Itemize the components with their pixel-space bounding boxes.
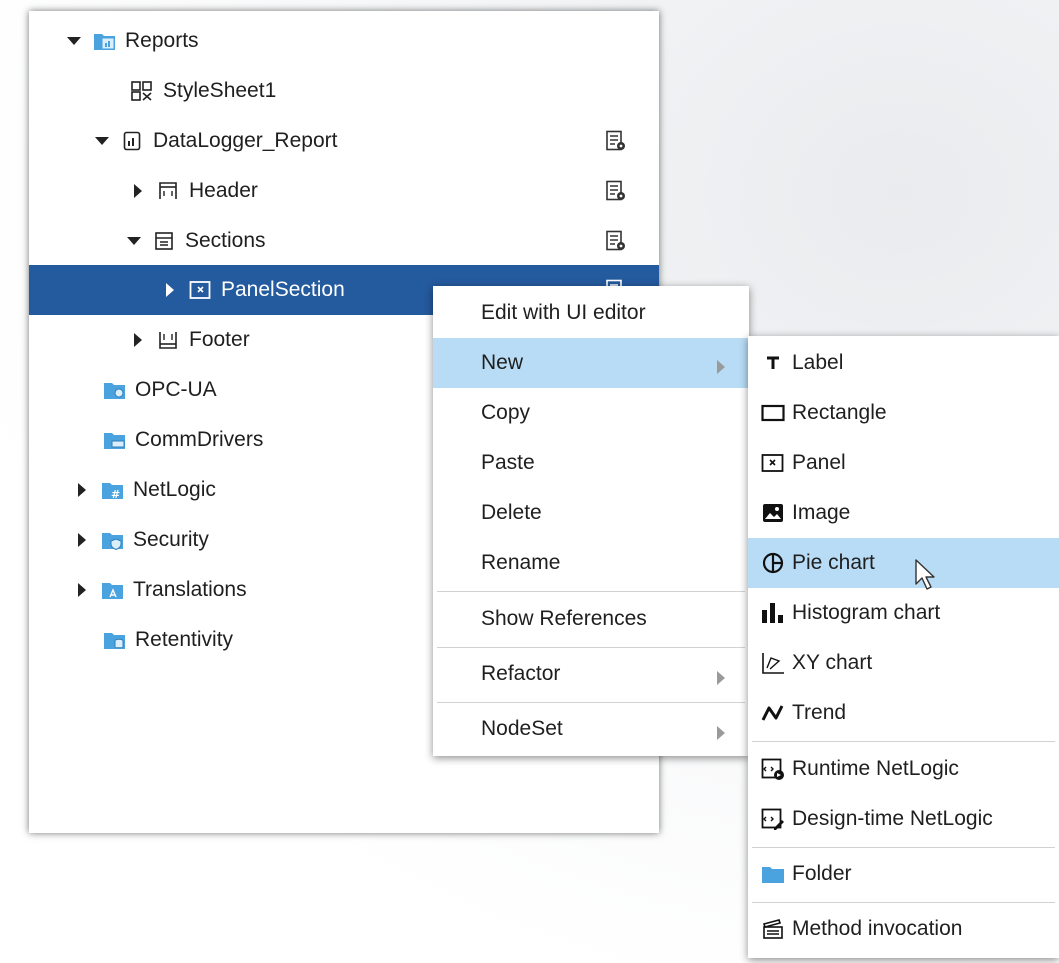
tree-item-label: DataLogger_Report [153, 129, 338, 152]
tree-item-stylesheet1[interactable]: StyleSheet1 [29, 66, 659, 116]
menu-item-copy[interactable]: Copy [433, 388, 749, 438]
collapsed-arrow-icon[interactable] [75, 483, 89, 497]
sections-icon [153, 230, 175, 252]
expanded-arrow-icon[interactable] [127, 236, 141, 246]
method-invocation-icon [760, 918, 786, 940]
tree-item-reports[interactable]: Reports [29, 16, 659, 66]
tree-item-label: Security [133, 528, 209, 551]
submenu-item-method-invocation[interactable]: Method invocation [748, 904, 1059, 954]
report-icon [121, 130, 143, 152]
tree-item-label: OPC-UA [135, 378, 217, 401]
rectangle-icon [760, 402, 786, 424]
security-folder-icon [101, 529, 123, 551]
submenu-item-image[interactable]: Image [748, 488, 1059, 538]
menu-item-show-references[interactable]: Show References [433, 594, 749, 644]
menu-item-rename[interactable]: Rename [433, 538, 749, 588]
menu-item-paste[interactable]: Paste [433, 438, 749, 488]
submenu-arrow-icon [717, 722, 725, 746]
tree-item-label: Header [189, 179, 258, 202]
collapsed-arrow-icon[interactable] [131, 184, 145, 198]
submenu-arrow-icon [717, 667, 725, 691]
settings-icon[interactable] [605, 130, 627, 152]
histogram-chart-icon [760, 602, 786, 624]
tree-item-label: Sections [185, 229, 266, 252]
pie-chart-icon [760, 552, 786, 574]
menu-item-delete[interactable]: Delete [433, 488, 749, 538]
tree-item-label: StyleSheet1 [163, 79, 277, 102]
runtime-netlogic-icon [760, 758, 786, 780]
collapsed-arrow-icon[interactable] [163, 283, 177, 297]
submenu-item-design-time-netlogic[interactable]: Design-time NetLogic [748, 794, 1059, 844]
menu-separator [437, 591, 745, 592]
collapsed-arrow-icon[interactable] [131, 333, 145, 347]
submenu-item-histogram-chart[interactable]: Histogram chart [748, 588, 1059, 638]
text-t-icon [760, 352, 786, 374]
tree-item-label: NetLogic [133, 478, 216, 501]
mouse-cursor-icon [914, 558, 938, 597]
design-time-netlogic-icon [760, 808, 786, 830]
netlogic-folder-icon: # [101, 479, 123, 501]
context-menu: Edit with UI editor New Copy Paste Delet… [433, 286, 749, 756]
menu-item-edit-with-ui-editor[interactable]: Edit with UI editor [433, 288, 749, 338]
panel-icon [760, 452, 786, 474]
header-icon [157, 180, 179, 202]
panel-icon [189, 279, 211, 301]
commdrivers-folder-icon [103, 429, 125, 451]
footer-icon [157, 329, 179, 351]
submenu-item-pie-chart[interactable]: Pie chart [748, 538, 1059, 588]
menu-separator [752, 741, 1055, 742]
menu-separator [752, 847, 1055, 848]
tree-item-label: PanelSection [221, 278, 345, 301]
submenu-arrow-icon [717, 356, 725, 380]
tree-item-header[interactable]: Header [29, 166, 659, 216]
menu-separator [437, 702, 745, 703]
folder-icon [760, 863, 786, 885]
tree-item-label: Retentivity [135, 628, 234, 651]
opcua-folder-icon [103, 379, 125, 401]
tree-item-datalogger-report[interactable]: DataLogger_Report [29, 116, 659, 166]
svg-text:#: # [111, 488, 120, 500]
collapsed-arrow-icon[interactable] [75, 533, 89, 547]
submenu-item-panel[interactable]: Panel [748, 438, 1059, 488]
menu-separator [752, 902, 1055, 903]
tree-item-label: CommDrivers [135, 428, 264, 451]
xy-chart-icon [760, 652, 786, 674]
submenu-item-xy-chart[interactable]: XY chart [748, 638, 1059, 688]
submenu-item-trend[interactable]: Trend [748, 688, 1059, 738]
retentivity-folder-icon [103, 629, 125, 651]
menu-item-new[interactable]: New [433, 338, 749, 388]
tree-item-sections[interactable]: Sections [29, 216, 659, 266]
menu-item-nodeset[interactable]: NodeSet [433, 704, 749, 754]
submenu-item-label[interactable]: Label [748, 338, 1059, 388]
tree-item-label: Translations [133, 578, 247, 601]
new-submenu: Label Rectangle Panel Image Pie chart Hi… [748, 336, 1059, 958]
submenu-item-rectangle[interactable]: Rectangle [748, 388, 1059, 438]
settings-icon[interactable] [605, 230, 627, 252]
translations-folder-icon [101, 579, 123, 601]
submenu-item-runtime-netlogic[interactable]: Runtime NetLogic [748, 744, 1059, 794]
menu-separator [437, 647, 745, 648]
collapsed-arrow-icon[interactable] [75, 583, 89, 597]
tree-item-label: Reports [125, 29, 199, 52]
image-icon [760, 502, 786, 524]
submenu-item-folder[interactable]: Folder [748, 849, 1059, 899]
expanded-arrow-icon[interactable] [67, 36, 81, 46]
menu-item-refactor[interactable]: Refactor [433, 649, 749, 699]
settings-icon[interactable] [605, 180, 627, 202]
tree-item-label: Footer [189, 328, 250, 351]
trend-icon [760, 702, 786, 724]
expanded-arrow-icon[interactable] [95, 136, 109, 146]
stylesheet-icon [131, 80, 153, 102]
reports-folder-icon [93, 30, 115, 52]
